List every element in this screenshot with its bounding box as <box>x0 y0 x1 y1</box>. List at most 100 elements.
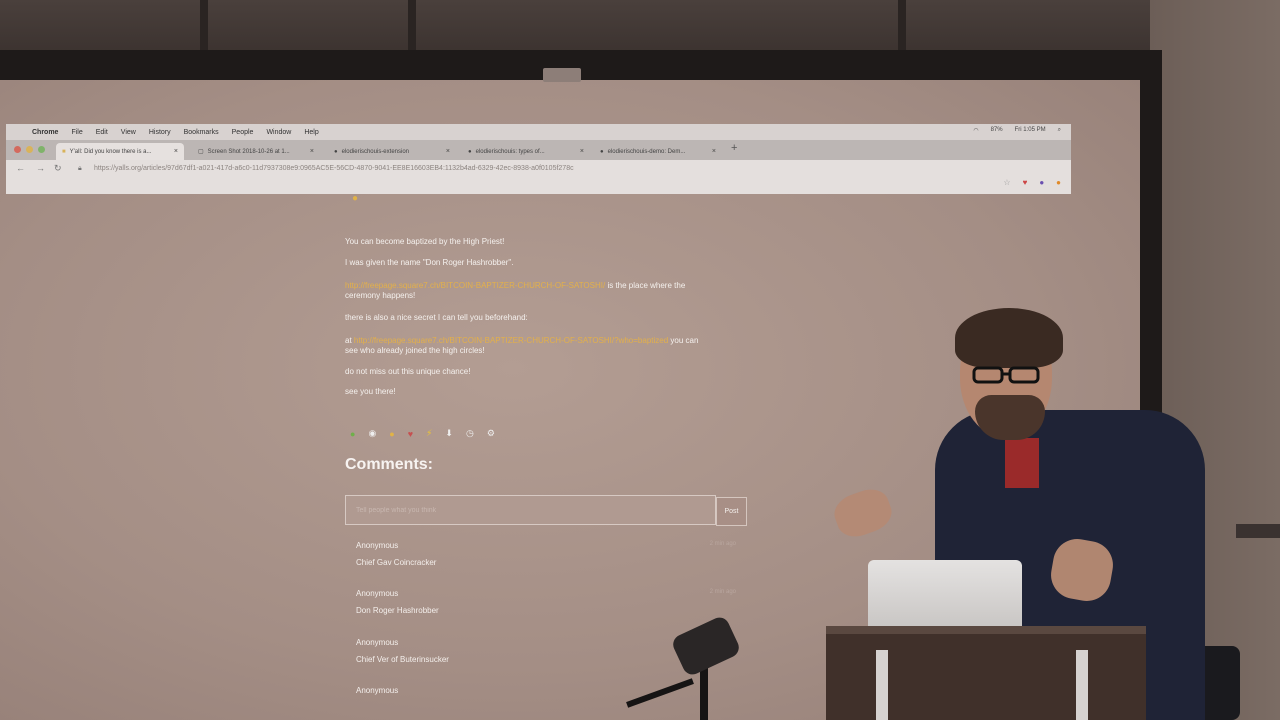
menubar-status-area: ◠ 87% Fri 1:05 PM ⌕ <box>973 127 1061 134</box>
heart-emoji-icon: ♥ <box>407 428 414 439</box>
comment-timestamp: 2 min ago <box>709 541 736 547</box>
eyes-emoji-icon: ◉ <box>368 428 377 438</box>
settings-icon[interactable]: ⚙︎ <box>487 428 495 439</box>
forward-arrow-icon[interactable]: → <box>36 163 45 173</box>
close-icon[interactable]: × <box>446 148 450 155</box>
emoji-icon: ● <box>352 193 359 204</box>
document-icon: ▢ <box>198 149 204 155</box>
article-line: see who already joined the high circles! <box>345 346 485 355</box>
post-comment-button[interactable]: Post <box>716 497 747 526</box>
wall-shelf <box>1236 524 1280 538</box>
comments-heading: Comments: <box>345 456 434 473</box>
maximize-window-icon[interactable] <box>38 146 45 153</box>
menu-item-file[interactable]: File <box>71 129 82 136</box>
ceiling-post <box>898 0 906 56</box>
os-menubar: Chrome File Edit View History Bookmarks … <box>6 124 1071 140</box>
reaction-nauseated[interactable]: ● <box>350 429 355 439</box>
back-arrow-icon[interactable]: ← <box>16 163 25 173</box>
reaction-money-face[interactable]: ● <box>389 429 394 439</box>
toolbar-extension-icons: ☆ ♥ ● ● <box>1003 178 1061 187</box>
tab-github-extension[interactable]: ● elodierischouis-extension × <box>328 143 456 160</box>
podium-leg <box>1076 650 1088 720</box>
clock[interactable]: Fri 1:05 PM <box>1015 127 1046 134</box>
comment-item: Anonymous Don Roger Hashrobber 2 min ago <box>356 589 736 615</box>
profile-avatar-icon[interactable]: ● <box>1039 178 1044 187</box>
article-line: see you there! <box>345 387 396 396</box>
comment-input-wrapper <box>345 495 716 525</box>
article-text: is the place where the <box>605 281 686 290</box>
tip-icon[interactable]: ⬇ <box>445 428 453 439</box>
article-line: do not miss out this unique chance! <box>345 367 471 376</box>
heart-icon[interactable]: ♥ <box>1023 178 1028 187</box>
presenter-hair <box>955 308 1063 368</box>
article-line: at http://freepage.square7.ch/BITCOIN-BA… <box>345 336 698 345</box>
tab-label: elodierischouis: types of... <box>475 148 545 155</box>
comment-author[interactable]: Anonymous <box>356 541 736 550</box>
tab-label: elodierischouis-extension <box>341 148 409 155</box>
new-tab-button[interactable]: + <box>731 142 737 154</box>
tab-github-types[interactable]: ● elodierischouis: types of... × <box>462 143 590 160</box>
article-link[interactable]: http://freepage.square7.ch/BITCOIN-BAPTI… <box>354 336 668 345</box>
github-icon: ● <box>468 148 472 155</box>
battery-percent[interactable]: 87% <box>991 127 1003 134</box>
lecture-room-scene: Chrome File Edit View History Bookmarks … <box>0 0 1280 720</box>
podium <box>826 626 1146 720</box>
star-icon[interactable]: ☆ <box>1003 178 1010 187</box>
menu-item-edit[interactable]: Edit <box>96 129 108 136</box>
comment-timestamp: 2 min ago <box>709 589 736 595</box>
tab-yalls-article[interactable]: ■ Y'all: Did you know there is a... × <box>56 143 184 160</box>
close-icon[interactable]: × <box>310 148 314 155</box>
tab-github-demo[interactable]: ● elodierischouis-demo: Dem... × <box>594 143 722 160</box>
search-icon[interactable]: ⌕ <box>1058 127 1061 134</box>
podium-leg <box>876 650 888 720</box>
close-window-icon[interactable] <box>14 146 21 153</box>
article-line: http://freepage.square7.ch/BITCOIN-BAPTI… <box>345 281 685 290</box>
close-icon[interactable]: × <box>174 148 178 155</box>
favicon-icon: ■ <box>62 148 66 155</box>
wifi-icon[interactable]: ◠ <box>973 127 978 134</box>
ceiling-post <box>200 0 208 56</box>
close-icon[interactable]: × <box>712 148 716 155</box>
presenter-beard <box>975 395 1045 440</box>
lightning-emoji-icon: ⚡︎ <box>426 428 433 438</box>
menu-item-people[interactable]: People <box>232 129 254 136</box>
menu-item-history[interactable]: History <box>149 129 171 136</box>
reaction-heart[interactable]: ♥ <box>408 429 413 439</box>
extension-icon[interactable]: ● <box>1056 178 1061 187</box>
close-icon[interactable]: × <box>580 148 584 155</box>
comment-body: Chief Gav Coincracker <box>356 558 437 567</box>
ceiling <box>0 0 1280 56</box>
article-line: You can become baptized by the High Prie… <box>345 237 505 246</box>
browser-tab-strip: ■ Y'all: Did you know there is a... × ▢ … <box>6 140 1071 160</box>
glasses-icon <box>972 366 1040 384</box>
podium-top <box>826 626 1146 634</box>
minimize-window-icon[interactable] <box>26 146 33 153</box>
money-face-emoji-icon: ● <box>389 428 395 439</box>
reaction-eyes[interactable]: ◉ <box>368 428 376 439</box>
menu-item-window[interactable]: Window <box>266 129 291 136</box>
screen-bracket <box>543 68 581 82</box>
reaction-lightning[interactable]: ⚡︎ <box>426 428 432 439</box>
reload-icon[interactable]: ↻ <box>54 163 62 174</box>
url-field[interactable]: https://yalls.org/articles/97d67df1-a021… <box>94 165 574 172</box>
lock-icon: 🔒︎ <box>78 165 82 172</box>
article-link[interactable]: http://freepage.square7.ch/BITCOIN-BAPTI… <box>345 281 605 290</box>
comment-author[interactable]: Anonymous <box>356 589 736 598</box>
comment-input[interactable] <box>346 496 715 524</box>
tab-screenshot[interactable]: ▢ Screen Shot 2018-10-26 at 1... × <box>192 143 320 160</box>
comment-item: Anonymous Chief Gav Coincracker 2 min ag… <box>356 541 736 567</box>
tab-label: elodierischouis-demo: Dem... <box>607 148 686 155</box>
menu-item-chrome[interactable]: Chrome <box>32 129 58 136</box>
menu-item-help[interactable]: Help <box>304 129 318 136</box>
tab-label: Screen Shot 2018-10-26 at 1... <box>207 148 290 155</box>
article-line: I was given the name "Don Roger Hashrobb… <box>345 258 514 267</box>
browser-toolbar: ← → ↻ 🔒︎ https://yalls.org/articles/97d6… <box>6 160 1071 194</box>
github-icon: ● <box>334 148 338 155</box>
ceiling-post <box>408 0 416 56</box>
menu-item-view[interactable]: View <box>121 129 136 136</box>
history-icon[interactable]: ◷ <box>466 428 474 439</box>
article-text: you can <box>668 336 699 345</box>
laptop <box>868 560 1022 628</box>
nauseated-emoji-icon: ● <box>350 428 356 439</box>
menu-item-bookmarks[interactable]: Bookmarks <box>184 129 219 136</box>
